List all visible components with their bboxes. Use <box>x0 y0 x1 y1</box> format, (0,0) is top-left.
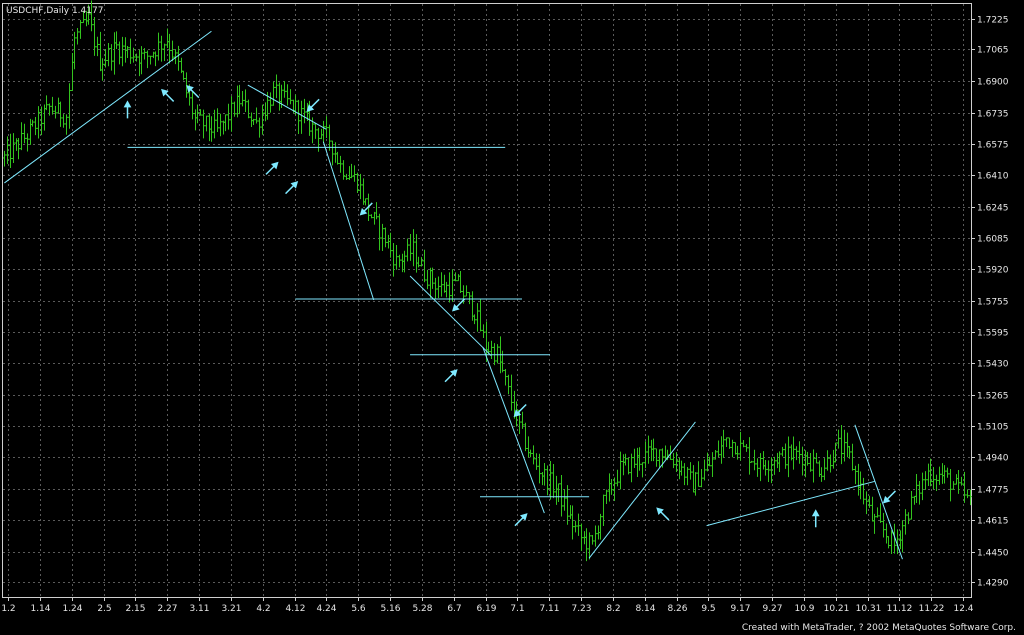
x-tick-label: 5.6 <box>351 604 366 614</box>
x-tick-label: 5.16 <box>380 604 400 614</box>
x-tick-label: 9.27 <box>762 604 782 614</box>
y-tick-label: 1.5430 <box>977 360 1009 370</box>
x-tick-label: 11.22 <box>919 604 945 614</box>
x-tick-label: 9.17 <box>730 604 750 614</box>
y-tick-label: 1.5105 <box>977 423 1009 433</box>
x-tick-label: 6.19 <box>476 604 496 614</box>
x-tick-label: 6.7 <box>447 604 461 614</box>
price-chart: 1.7225 1.7065 1.6900 1.6735 1.6575 1.6410 1.62… <box>1 0 1009 614</box>
x-tick-label: 7.11 <box>539 604 559 614</box>
x-tick-label: 1.2 <box>1 604 15 614</box>
y-tick-label: 1.7065 <box>977 46 1009 56</box>
y-tick-label: 1.4450 <box>977 549 1009 559</box>
date-axis: 1.2 1.14 1.24 2.5 2.15 2.27 3.11 3.21 4.2 4.12 4.2… <box>1 597 974 614</box>
y-tick-label: 1.5265 <box>977 392 1009 402</box>
x-tick-label: 1.14 <box>30 604 50 614</box>
y-tick-label: 1.5755 <box>977 298 1009 308</box>
y-tick-label: 1.5920 <box>977 266 1009 276</box>
x-tick-label: 2.27 <box>157 604 177 614</box>
x-tick-label: 10.21 <box>824 604 850 614</box>
x-tick-label: 7.1 <box>510 604 524 614</box>
y-tick-label: 1.4290 <box>977 579 1009 589</box>
x-tick-label: 10.31 <box>856 604 882 614</box>
y-tick-label: 1.4775 <box>977 486 1009 496</box>
x-tick-label: 4.2 <box>256 604 270 614</box>
price-axis: 1.7225 1.7065 1.6900 1.6735 1.6575 1.6410 1.62… <box>971 16 1009 589</box>
x-tick-label: 10.9 <box>794 604 814 614</box>
x-tick-label: 5.28 <box>412 604 432 614</box>
y-tick-label: 1.6245 <box>977 204 1009 214</box>
x-tick-label: 11.12 <box>887 604 913 614</box>
y-tick-label: 1.6410 <box>977 172 1009 182</box>
y-tick-label: 1.6085 <box>977 235 1009 245</box>
chart-title: USDCHF,Daily 1.4177 <box>6 6 103 16</box>
y-tick-label: 1.5595 <box>977 329 1009 339</box>
y-tick-label: 1.4940 <box>977 454 1009 464</box>
x-tick-label: 1.24 <box>62 604 82 614</box>
x-tick-label: 8.14 <box>635 604 655 614</box>
y-tick-label: 1.6900 <box>977 78 1009 88</box>
x-tick-label: 3.11 <box>189 604 209 614</box>
footer-credit: Created with MetaTrader, ? 2002 MetaQuot… <box>741 623 1016 633</box>
x-tick-label: 8.2 <box>606 604 620 614</box>
y-tick-label: 1.6735 <box>977 110 1009 120</box>
x-tick-label: 2.15 <box>125 604 145 614</box>
y-tick-label: 1.7225 <box>977 16 1009 26</box>
x-tick-label: 4.12 <box>285 604 305 614</box>
y-tick-label: 1.6575 <box>977 141 1009 151</box>
x-tick-label: 7.23 <box>571 604 591 614</box>
y-tick-label: 1.4615 <box>977 517 1009 527</box>
x-tick-label: 8.26 <box>667 604 687 614</box>
x-tick-label: 3.21 <box>221 604 241 614</box>
x-tick-label: 2.5 <box>97 604 111 614</box>
x-tick-label: 9.5 <box>701 604 715 614</box>
x-tick-label: 4.24 <box>316 604 336 614</box>
x-tick-label: 12.4 <box>953 604 973 614</box>
